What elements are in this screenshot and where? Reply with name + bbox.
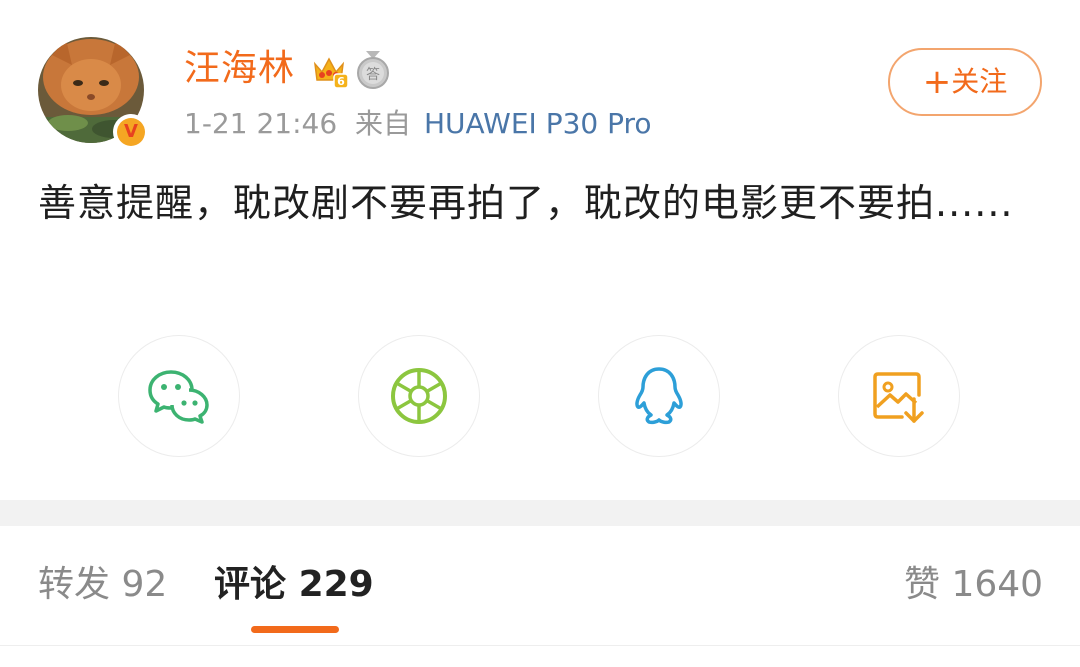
share-qq-button[interactable] — [598, 335, 720, 457]
follow-button[interactable]: +关注 — [888, 48, 1042, 116]
tab-likes-count: 1640 — [951, 564, 1044, 605]
verified-v-icon: V — [117, 118, 145, 146]
source-prefix: 来自 — [355, 107, 412, 140]
tab-repost-label: 转发 — [38, 564, 111, 605]
wechat-icon — [148, 370, 209, 424]
bottom-divider — [0, 645, 1080, 646]
share-wechat-button[interactable] — [118, 335, 240, 457]
tab-likes-label: 赞 — [904, 564, 941, 605]
save-image-button[interactable] — [838, 335, 960, 457]
member-level-text: 6 — [337, 75, 345, 88]
save-image-icon — [873, 372, 924, 423]
tab-comments-count: 229 — [298, 564, 374, 605]
qq-penguin-icon — [635, 367, 683, 425]
weibo-post-screen: V 汪海林 6 答 1-21 21:46 来自 HUAWEI P30 Pro +… — [0, 0, 1080, 667]
tab-repost-count: 92 — [121, 564, 168, 605]
tab-comments-label: 评论 — [214, 564, 287, 605]
crown-member-icon: 6 — [313, 57, 348, 88]
active-tab-indicator — [251, 626, 339, 633]
share-moments-button[interactable] — [358, 335, 480, 457]
username[interactable]: 汪海林 — [184, 47, 295, 91]
answer-medal-icon: 答 — [357, 51, 389, 89]
post-content: 善意提醒，耽改剧不要再拍了，耽改的电影更不要拍...... — [38, 181, 1014, 225]
follow-label: 关注 — [951, 65, 1008, 98]
tab-repost[interactable]: 转发 92 — [38, 562, 167, 608]
plus-icon: + — [922, 62, 952, 102]
post-timestamp: 1-21 21:46 — [184, 107, 338, 140]
tab-likes[interactable]: 赞 1640 — [904, 562, 1043, 608]
moments-aperture-icon — [391, 368, 447, 424]
tab-comments[interactable]: 评论 229 — [214, 562, 374, 608]
verified-badge: V — [113, 114, 149, 150]
source-device-link[interactable]: HUAWEI P30 Pro — [424, 106, 652, 142]
medal-glyph-text: 答 — [366, 66, 380, 83]
section-divider — [0, 500, 1080, 526]
